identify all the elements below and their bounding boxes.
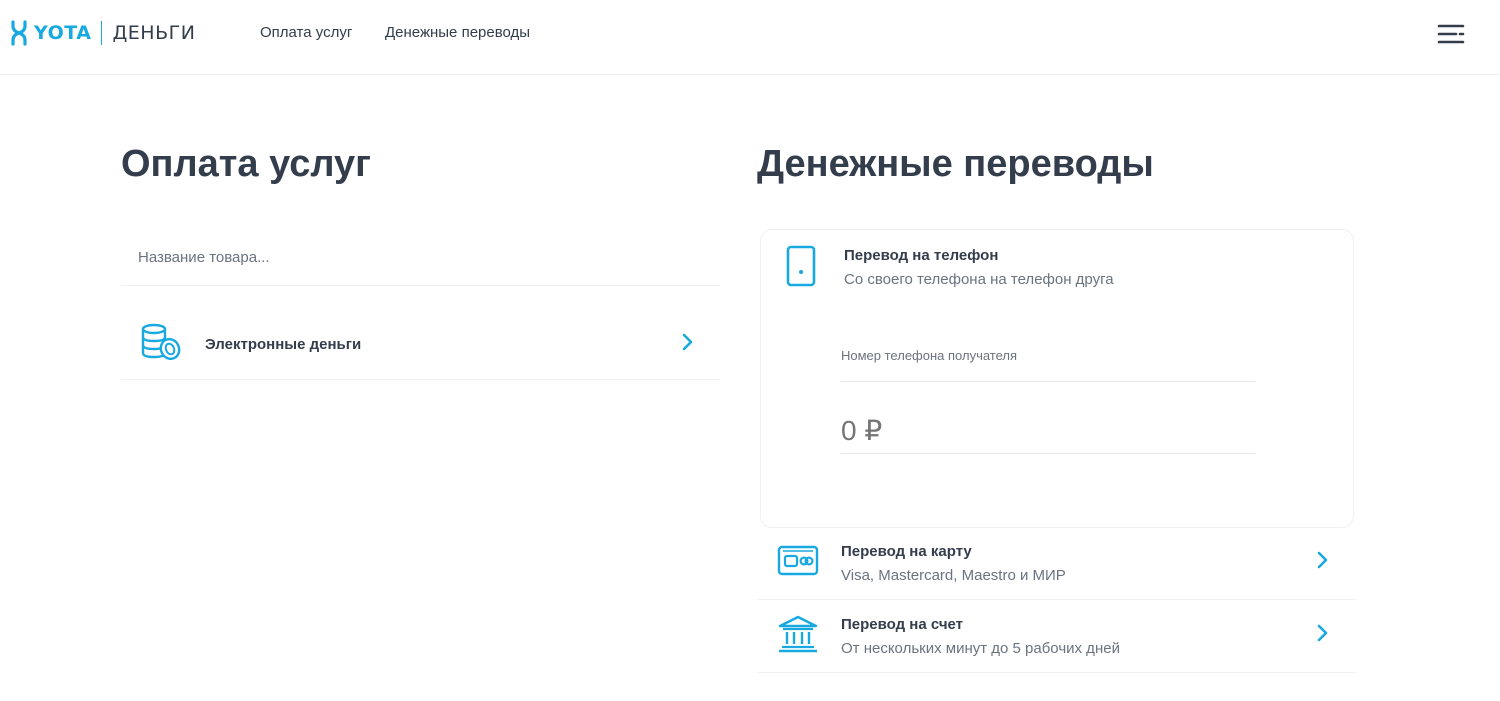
services-title: Оплата услуг [121, 143, 372, 185]
services-search [121, 230, 720, 286]
transfer-item-account[interactable]: Перевод на счет От нескольких минут до 5… [758, 600, 1356, 673]
phone-transfer-title: Перевод на телефон [844, 247, 999, 264]
logo[interactable]: YOTA ДЕНЬГИ [10, 18, 195, 48]
transfer-item-title: Перевод на карту [841, 543, 972, 560]
nav-link-transfers[interactable]: Денежные переводы [385, 24, 530, 41]
transfer-item-subtitle: От нескольких минут до 5 рабочих дней [841, 640, 1120, 657]
bank-building-icon [778, 615, 818, 653]
amount-input[interactable] [841, 408, 1255, 454]
service-item-label: Электронные деньги [205, 336, 362, 353]
transfer-item-title: Перевод на счет [841, 616, 964, 633]
phone-icon [786, 245, 816, 287]
transfer-item-subtitle: Visa, Mastercard, Maestro и МИР [841, 567, 1066, 584]
transfer-item-card[interactable]: Перевод на карту Visa, Mastercard, Maest… [758, 527, 1356, 600]
hamburger-menu-icon[interactable] [1436, 22, 1466, 46]
logo-brand: YOTA [34, 22, 92, 44]
recipient-phone-input[interactable] [841, 360, 1255, 382]
chevron-right-icon [682, 333, 693, 351]
bank-card-icon [777, 545, 819, 576]
transfers-title: Денежные переводы [757, 143, 1154, 185]
nav-link-services[interactable]: Оплата услуг [260, 24, 352, 41]
logo-product: ДЕНЬГИ [112, 22, 196, 44]
phone-transfer-card: Перевод на телефон Со своего телефона на… [760, 229, 1354, 528]
chevron-right-icon [1317, 624, 1328, 642]
chevron-right-icon [1317, 551, 1328, 569]
header: YOTA ДЕНЬГИ Оплата услуг Денежные перево… [0, 0, 1500, 75]
service-item-electronic-money[interactable]: Электронные деньги [121, 305, 720, 380]
logo-divider [101, 21, 103, 45]
phone-transfer-subtitle: Со своего телефона на телефон друга [844, 271, 1114, 288]
search-input[interactable] [121, 230, 720, 285]
yota-logo-icon [11, 20, 27, 46]
coins-icon [141, 323, 181, 361]
